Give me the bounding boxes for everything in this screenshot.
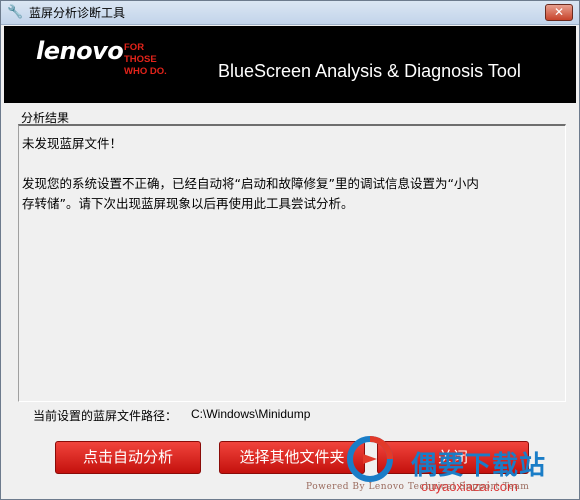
app-window: 🔧 蓝屏分析诊断工具 ✕ lenovo FOR THOSE WHO DO. Bl… <box>0 0 580 500</box>
watermark-brand: 偶要下载站 <box>411 451 547 481</box>
choose-folder-button[interactable]: 选择其他文件夹 <box>219 441 365 474</box>
lenovo-banner: lenovo FOR THOSE WHO DO. BlueScreen Anal… <box>4 26 576 103</box>
result-line: 未发现蓝屏文件！ <box>22 136 123 151</box>
close-icon: ✕ <box>553 5 565 19</box>
dump-path-value: C:\Windows\Minidump <box>191 407 311 421</box>
close-window-button[interactable]: ✕ <box>545 4 573 21</box>
wrench-icon: 🔧 <box>7 5 24 20</box>
title-bar[interactable]: 🔧 蓝屏分析诊断工具 ✕ <box>1 1 579 25</box>
result-line: 发现您的系统设置不正确，已经自动将“启动和故障修复”里的调试信息设置为“小内 <box>22 176 479 191</box>
dump-path-label: 当前设置的蓝屏文件路径： <box>33 409 178 423</box>
tagline-line: FOR <box>124 42 145 53</box>
window-title: 蓝屏分析诊断工具 <box>29 6 126 20</box>
watermark-logo-icon <box>347 436 393 482</box>
result-line: 存转储”。请下次出现蓝屏现象以后再使用此工具尝试分析。 <box>22 196 354 211</box>
auto-analyze-button[interactable]: 点击自动分析 <box>55 441 201 474</box>
tagline-line: WHO DO. <box>124 66 167 77</box>
powered-by-text: Powered By Lenovo Technical Support Team <box>306 482 530 492</box>
lenovo-logo: lenovo <box>36 37 124 65</box>
tagline-line: THOSE <box>124 54 157 65</box>
lenovo-tagline: FOR THOSE WHO DO. <box>124 42 194 78</box>
tool-title: BlueScreen Analysis & Diagnosis Tool <box>218 61 521 81</box>
result-text-area[interactable]: 未发现蓝屏文件！ 发现您的系统设置不正确，已经自动将“启动和故障修复”里的调试信… <box>18 124 566 402</box>
